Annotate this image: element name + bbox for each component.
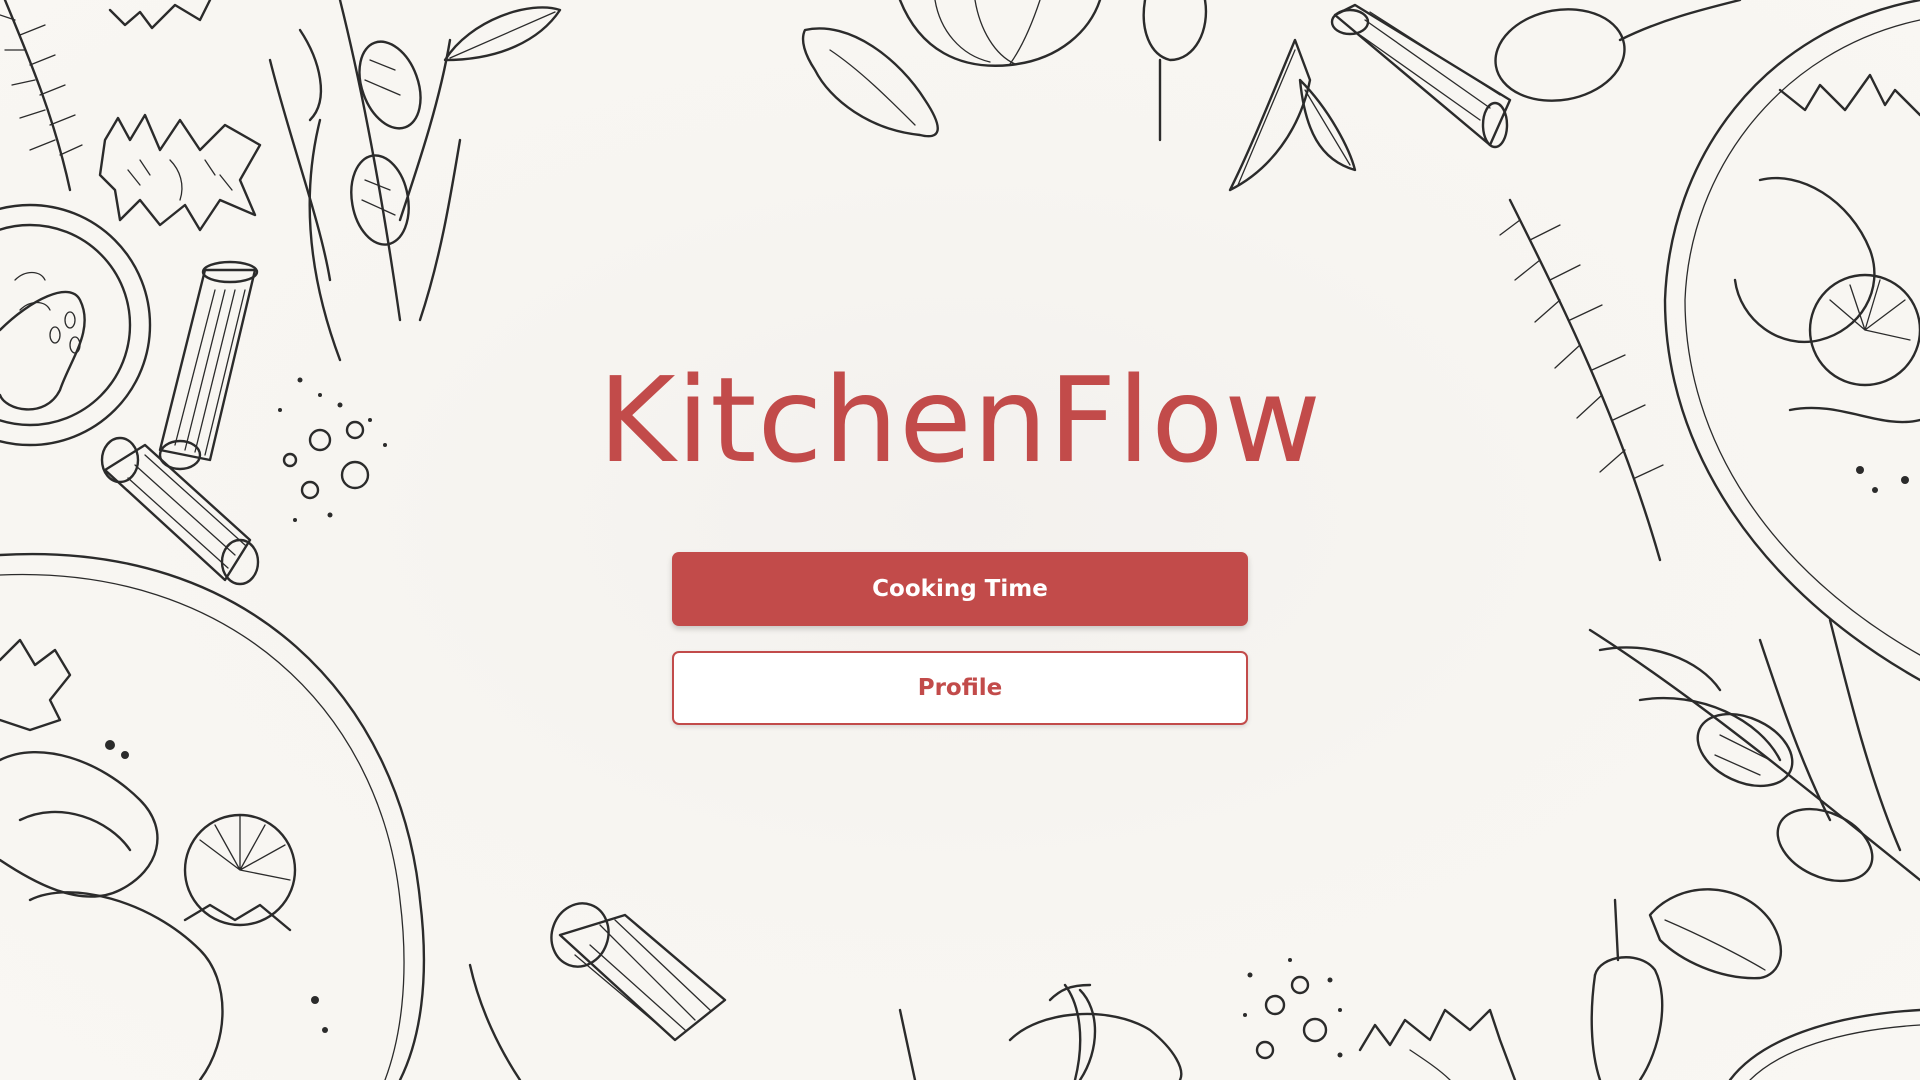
profile-button[interactable]: Profile <box>672 651 1248 725</box>
cooking-time-button[interactable]: Cooking Time <box>672 552 1248 626</box>
home-screen: KitchenFlow Cooking Time Profile <box>0 0 1920 1080</box>
app-title: KitchenFlow <box>598 351 1322 489</box>
start-menu: KitchenFlow Cooking Time Profile <box>0 0 1920 1080</box>
